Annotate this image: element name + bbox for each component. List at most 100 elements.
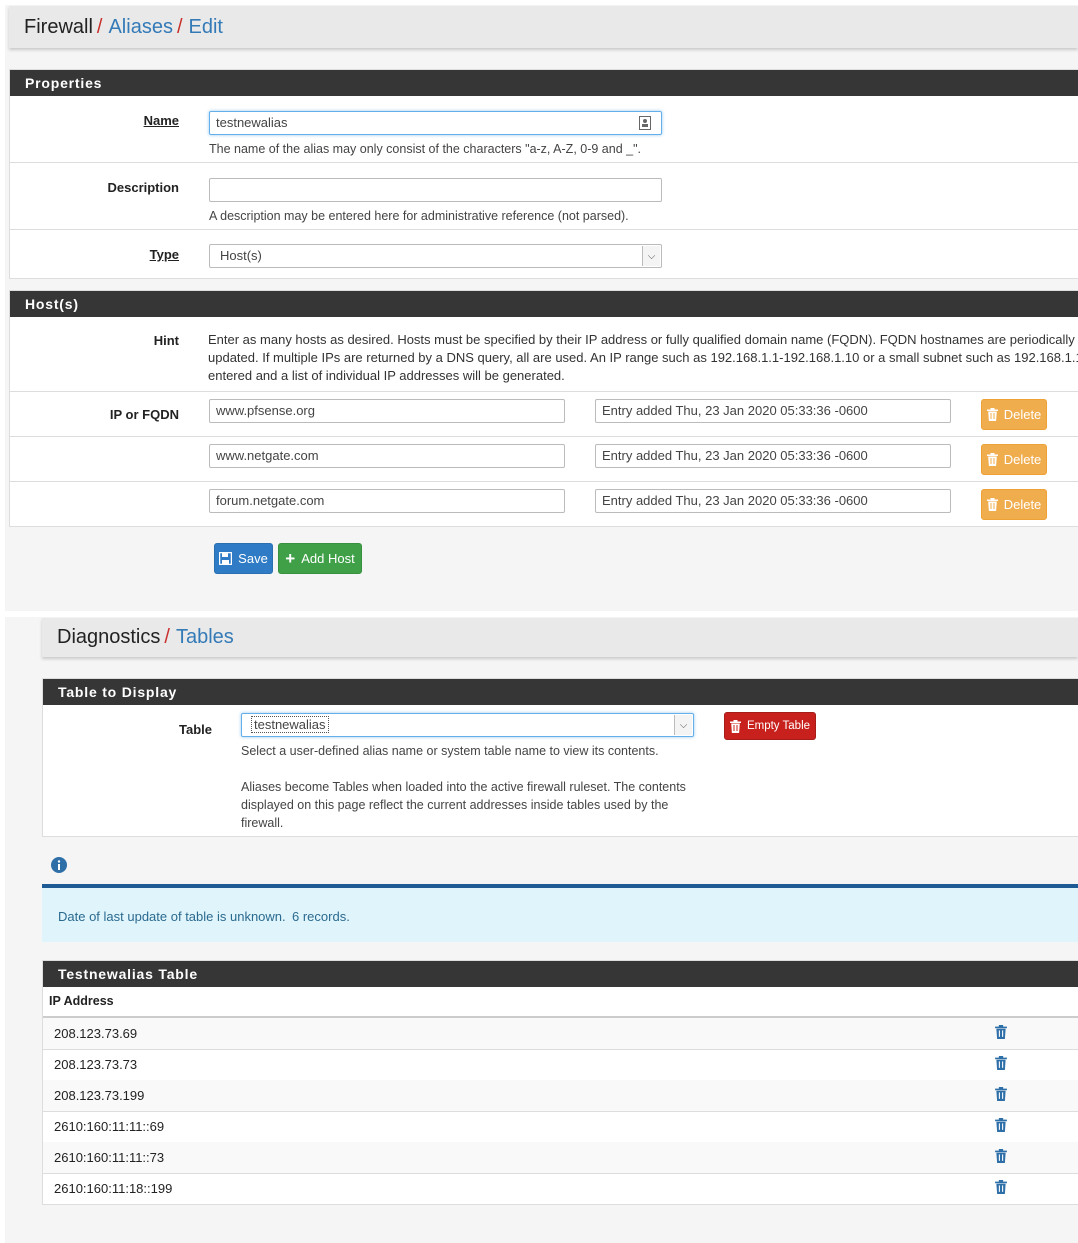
host-description-input[interactable]: Entry added Thu, 23 Jan 2020 05:33:36 -0… <box>595 399 951 423</box>
delete-entry-trash-icon[interactable] <box>995 1180 1007 1197</box>
hint-line: Enter as many hosts as desired. Hosts mu… <box>208 332 1078 347</box>
breadcrumb-separator: / <box>164 626 170 648</box>
hint-line: entered and a list of individual IP addr… <box>208 368 565 383</box>
table-to-display-panel: Table to Display Table testnewalias ⌵ Em… <box>42 678 1078 837</box>
name-input[interactable]: testnewalias <box>209 111 662 135</box>
trash-icon <box>986 408 998 421</box>
alias-table-header: Testnewalias Table <box>43 961 1078 987</box>
description-row: Description A description may be entered… <box>10 163 1078 230</box>
table-label: Table <box>179 722 212 737</box>
alias-table-panel: Testnewalias Table IP Address 208.123.73… <box>42 960 1078 1205</box>
delete-entry-trash-icon[interactable] <box>995 1087 1007 1104</box>
table-select-value: testnewalias <box>251 716 329 733</box>
name-input-value: testnewalias <box>216 115 288 130</box>
delete-entry-trash-icon[interactable] <box>995 1149 1007 1166</box>
host-description-input[interactable]: Entry added Thu, 23 Jan 2020 05:33:36 -0… <box>595 489 951 513</box>
save-button[interactable]: Save <box>214 543 273 574</box>
save-button-label: Save <box>238 551 268 566</box>
delete-button-label: Delete <box>1003 497 1042 512</box>
hint-line: updated. If multiple IPs are returned by… <box>208 350 1078 365</box>
host-input-value: www.netgate.com <box>216 448 319 463</box>
explanation-line: Aliases become Tables when loaded into t… <box>241 780 686 794</box>
type-label: Type <box>149 247 179 262</box>
delete-button[interactable]: Delete <box>981 444 1047 475</box>
host-input-value: www.pfsense.org <box>216 403 315 418</box>
host-description-value: Entry added Thu, 23 Jan 2020 05:33:36 -0… <box>602 403 868 418</box>
delete-entry-trash-icon[interactable] <box>995 1056 1007 1073</box>
add-host-button[interactable]: + Add Host <box>278 543 362 574</box>
contact-card-icon <box>639 116 651 133</box>
ip-fqdn-label: IP or FQDN <box>109 407 179 422</box>
description-label: Description <box>107 180 179 195</box>
description-input[interactable] <box>209 178 662 202</box>
delete-entry-trash-icon[interactable] <box>995 1118 1007 1135</box>
properties-panel: Properties Name testnewalias The name of… <box>9 69 1078 279</box>
add-host-button-label: Add Host <box>301 551 355 566</box>
table-select[interactable]: testnewalias ⌵ <box>241 713 694 737</box>
table-row: 208.123.73.69 <box>43 1018 1078 1050</box>
table-to-display-title: Table to Display <box>58 684 178 700</box>
host-input[interactable]: www.pfsense.org <box>209 399 565 423</box>
type-select[interactable]: Host(s) ⌵ <box>209 244 662 268</box>
delete-button-label: Delete <box>1003 407 1042 422</box>
hint-row: Hint Enter as many hosts as desired. Hos… <box>10 317 1078 392</box>
hint-text: Enter as many hosts as desired. Hosts mu… <box>208 331 1078 385</box>
column-ip-label: IP Address <box>49 994 114 1008</box>
trash-icon <box>986 453 998 466</box>
host-row: forum.netgate.com Entry added Thu, 23 Ja… <box>10 482 1078 526</box>
info-alert: Date of last update of table is unknown.… <box>42 884 1078 942</box>
trash-icon <box>986 498 998 511</box>
alias-table-title: Testnewalias Table <box>58 966 198 982</box>
diagnostics-breadcrumb: Diagnostics / Tables <box>42 618 1078 657</box>
breadcrumb-diagnostics: Diagnostics <box>57 626 161 648</box>
breadcrumb-aliases-link[interactable]: Aliases <box>108 16 172 39</box>
host-input-value: forum.netgate.com <box>216 493 325 508</box>
explanation-line: displayed on this page reflect the curre… <box>241 798 669 812</box>
records-count: 6 records. <box>292 909 350 924</box>
table-row: 2610:160:11:18::199 <box>43 1173 1078 1205</box>
table-to-display-header: Table to Display <box>43 679 1078 705</box>
name-label: Name <box>143 113 179 128</box>
properties-header: Properties <box>10 70 1078 96</box>
breadcrumb-firewall: Firewall <box>24 15 93 38</box>
host-description-value: Entry added Thu, 23 Jan 2020 05:33:36 -0… <box>602 448 868 463</box>
ip-address-cell: 2610:160:11:11::69 <box>54 1119 165 1134</box>
breadcrumb: Firewall / Aliases / Edit <box>9 6 1078 48</box>
breadcrumb-edit-link[interactable]: Edit <box>189 16 223 39</box>
hosts-header: Host(s) <box>10 291 1078 317</box>
chevron-down-icon: ⌵ <box>674 715 692 735</box>
host-row: www.netgate.com Entry added Thu, 23 Jan … <box>10 437 1078 482</box>
delete-button[interactable]: Delete <box>981 489 1047 520</box>
last-update-text: Date of last update of table is unknown. <box>58 909 286 924</box>
hint-label: Hint <box>153 333 179 348</box>
table-row: 208.123.73.199 <box>43 1080 1078 1112</box>
name-row: Name testnewalias The name of the alias … <box>10 96 1078 163</box>
description-help: A description may be entered here for ad… <box>209 209 629 223</box>
plus-icon: + <box>285 549 296 568</box>
table-row: 208.123.73.73 <box>43 1049 1078 1081</box>
save-icon <box>219 552 233 565</box>
ip-address-cell: 2610:160:11:18::199 <box>54 1181 173 1196</box>
host-input[interactable]: forum.netgate.com <box>209 489 565 513</box>
ip-address-cell: 208.123.73.199 <box>54 1088 145 1103</box>
info-icon <box>51 857 67 878</box>
host-description-input[interactable]: Entry added Thu, 23 Jan 2020 05:33:36 -0… <box>595 444 951 468</box>
delete-entry-trash-icon[interactable] <box>995 1025 1007 1042</box>
trash-icon <box>729 719 741 733</box>
name-help: The name of the alias may only consist o… <box>209 142 641 156</box>
ip-address-cell: 208.123.73.69 <box>54 1026 138 1041</box>
delete-button[interactable]: Delete <box>981 399 1047 430</box>
column-header-ip-address: IP Address <box>43 987 1078 1018</box>
table-row: 2610:160:11:11::69 <box>43 1111 1078 1143</box>
chevron-down-icon: ⌵ <box>642 246 660 266</box>
breadcrumb-tables-link[interactable]: Tables <box>176 626 234 649</box>
host-row: IP or FQDN www.pfsense.org Entry added T… <box>10 392 1078 437</box>
empty-table-button[interactable]: Empty Table <box>724 712 816 740</box>
type-select-value: Host(s) <box>220 248 262 263</box>
delete-button-label: Delete <box>1003 452 1042 467</box>
host-input[interactable]: www.netgate.com <box>209 444 565 468</box>
hosts-header-title: Host(s) <box>25 296 79 312</box>
type-row: Type Host(s) ⌵ <box>10 230 1078 277</box>
ip-address-cell: 2610:160:11:11::73 <box>54 1150 165 1165</box>
tables-explanation: Aliases become Tables when loaded into t… <box>241 778 711 832</box>
